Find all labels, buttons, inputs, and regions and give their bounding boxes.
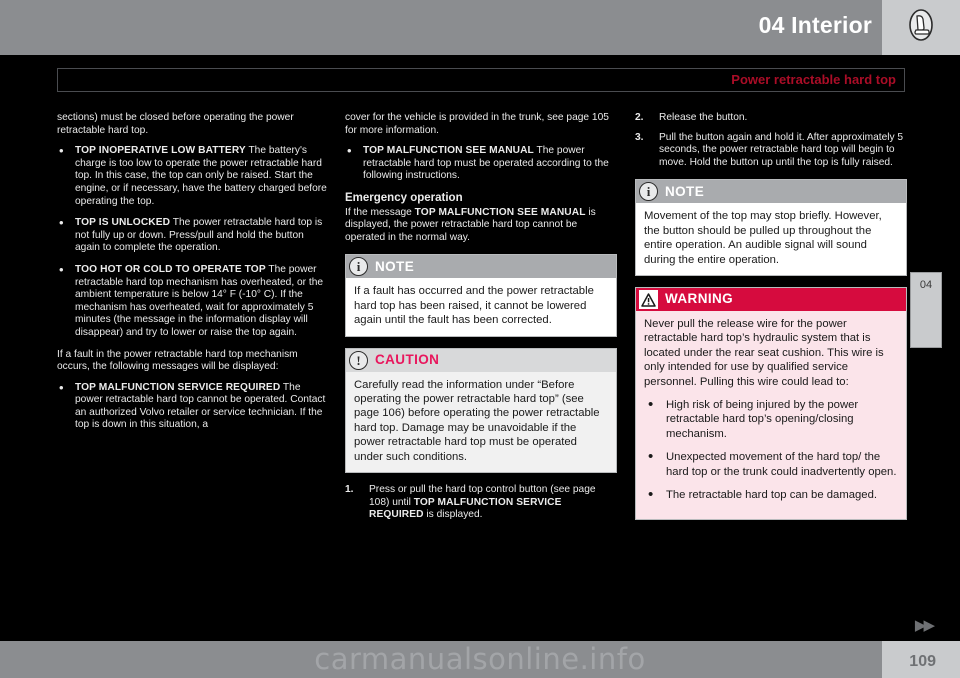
warning-bullet-list: High risk of being injured by the power …: [644, 397, 898, 502]
list-item: TOP IS UNLOCKED The power retractable ha…: [57, 216, 330, 255]
display-message: TOP IS UNLOCKED: [75, 217, 171, 229]
step-number: 2.: [635, 112, 644, 123]
page-header-band: 04 Interior: [0, 0, 960, 55]
page-number: 109: [909, 653, 936, 670]
paragraph-pre: If the message: [345, 206, 415, 218]
step-text: Pull the button again and hold it. After…: [659, 131, 904, 168]
note-box-header: i NOTE: [346, 255, 616, 279]
continuation-paragraph: cover for the vehicle is provided in the…: [345, 112, 609, 136]
car-seat-icon: [904, 8, 938, 47]
list-item: Unexpected movement of the hard top/ the…: [644, 449, 898, 479]
section-subtitle: Power retractable hard top: [731, 72, 896, 87]
display-message: TOP MALFUNCTION SERVICE REQUIRED: [75, 381, 281, 393]
note-box-middle: i NOTE If a fault has occurred and the p…: [345, 254, 617, 337]
fault-intro-paragraph: If a fault in the power retractable hard…: [57, 348, 298, 373]
list-item: 2. Release the button.: [635, 112, 907, 125]
list-item: The retractable hard top can be damaged.: [644, 487, 898, 502]
list-item: TOP MALFUNCTION SEE MANUAL The power ret…: [345, 144, 617, 183]
step-text-post: is displayed.: [423, 509, 483, 521]
list-item: TOP MALFUNCTION SERVICE REQUIRED The pow…: [57, 381, 330, 432]
message-list-left: TOP INOPERATIVE LOW BATTERY The battery'…: [57, 144, 330, 340]
caution-box-body: Carefully read the information under “Be…: [346, 371, 616, 472]
fault-message-list: TOP MALFUNCTION SERVICE REQUIRED The pow…: [57, 381, 330, 432]
manual-page: 04 Interior Power retractable hard top s…: [0, 0, 960, 678]
intro-paragraph: sections) must be closed before operatin…: [57, 112, 294, 136]
warning-box-body: Never pull the release wire for the powe…: [636, 311, 906, 520]
note-box-body: If a fault has occurred and the power re…: [346, 278, 616, 336]
info-icon: i: [349, 257, 368, 277]
display-message: TOP MALFUNCTION SEE MANUAL: [414, 206, 586, 218]
step-number: 3.: [635, 131, 644, 143]
chapter-tab-number: 04: [919, 279, 933, 291]
step-number: 1.: [345, 484, 354, 495]
chapter-title: 04 Interior: [758, 12, 872, 38]
caution-box-header: ! CAUTION: [346, 348, 616, 372]
warning-triangle-icon: [639, 290, 658, 309]
warning-box-header: WARNING: [636, 288, 906, 311]
caution-box: ! CAUTION Carefully read the information…: [345, 347, 617, 473]
display-message: TOP INOPERATIVE LOW BATTERY: [75, 145, 246, 157]
chapter-icon-cell: [882, 0, 960, 55]
display-message: TOP MALFUNCTION SEE MANUAL: [363, 145, 534, 157]
exclamation-icon: !: [349, 350, 368, 370]
message-description: The power retractable hard top mechanism…: [75, 263, 324, 338]
note-box-right: i NOTE Movement of the top may stop brie…: [635, 179, 907, 276]
steps-list-middle: 1. Press or pull the hard top control but…: [345, 484, 617, 522]
section-heading-emergency-operation: Emergency operation: [345, 191, 463, 204]
chapter-thumb-tab: 04: [910, 272, 942, 348]
caution-box-title: CAUTION: [375, 351, 440, 367]
list-item: 3. Pull the button again and hold it. Aft…: [635, 132, 907, 170]
list-item: 1. Press or pull the hard top control but…: [345, 484, 617, 522]
list-item: High risk of being injured by the power …: [644, 397, 898, 441]
note-box-title: NOTE: [375, 258, 415, 274]
list-item: TOP INOPERATIVE LOW BATTERY The battery'…: [57, 144, 330, 208]
warning-intro-text: Never pull the release wire for the powe…: [644, 318, 884, 388]
note-box-body: Movement of the top may stop briefly. Ho…: [636, 203, 906, 275]
page-footer-band: carmanualsonline.info 109: [0, 641, 960, 678]
warning-box: WARNING Never pull the release wire for …: [635, 287, 907, 521]
column-middle: cover for the vehicle is provided in the…: [345, 112, 617, 530]
note-box-title: NOTE: [665, 183, 705, 199]
info-icon: i: [639, 182, 658, 202]
warning-box-title: WARNING: [665, 291, 734, 307]
step-text: Release the button.: [659, 112, 748, 123]
list-item: TOO HOT OR COLD TO OPERATE TOP The power…: [57, 263, 330, 340]
column-right: 2. Release the button. 3. Pull the button …: [635, 112, 907, 531]
emergency-operation-paragraph: If the message TOP MALFUNCTION SEE MANUA…: [345, 207, 617, 245]
site-watermark: carmanualsonline.info: [314, 642, 646, 676]
steps-list-right: 2. Release the button. 3. Pull the button …: [635, 112, 907, 169]
display-message: TOO HOT OR COLD TO OPERATE TOP: [75, 263, 266, 275]
message-list-middle: TOP MALFUNCTION SEE MANUAL The power ret…: [345, 144, 617, 183]
column-left: sections) must be closed before operatin…: [57, 112, 330, 441]
section-subtitle-bar: Power retractable hard top: [57, 68, 905, 92]
next-page-arrow-icon: ▶▶: [914, 617, 935, 634]
note-box-header: i NOTE: [636, 180, 906, 204]
